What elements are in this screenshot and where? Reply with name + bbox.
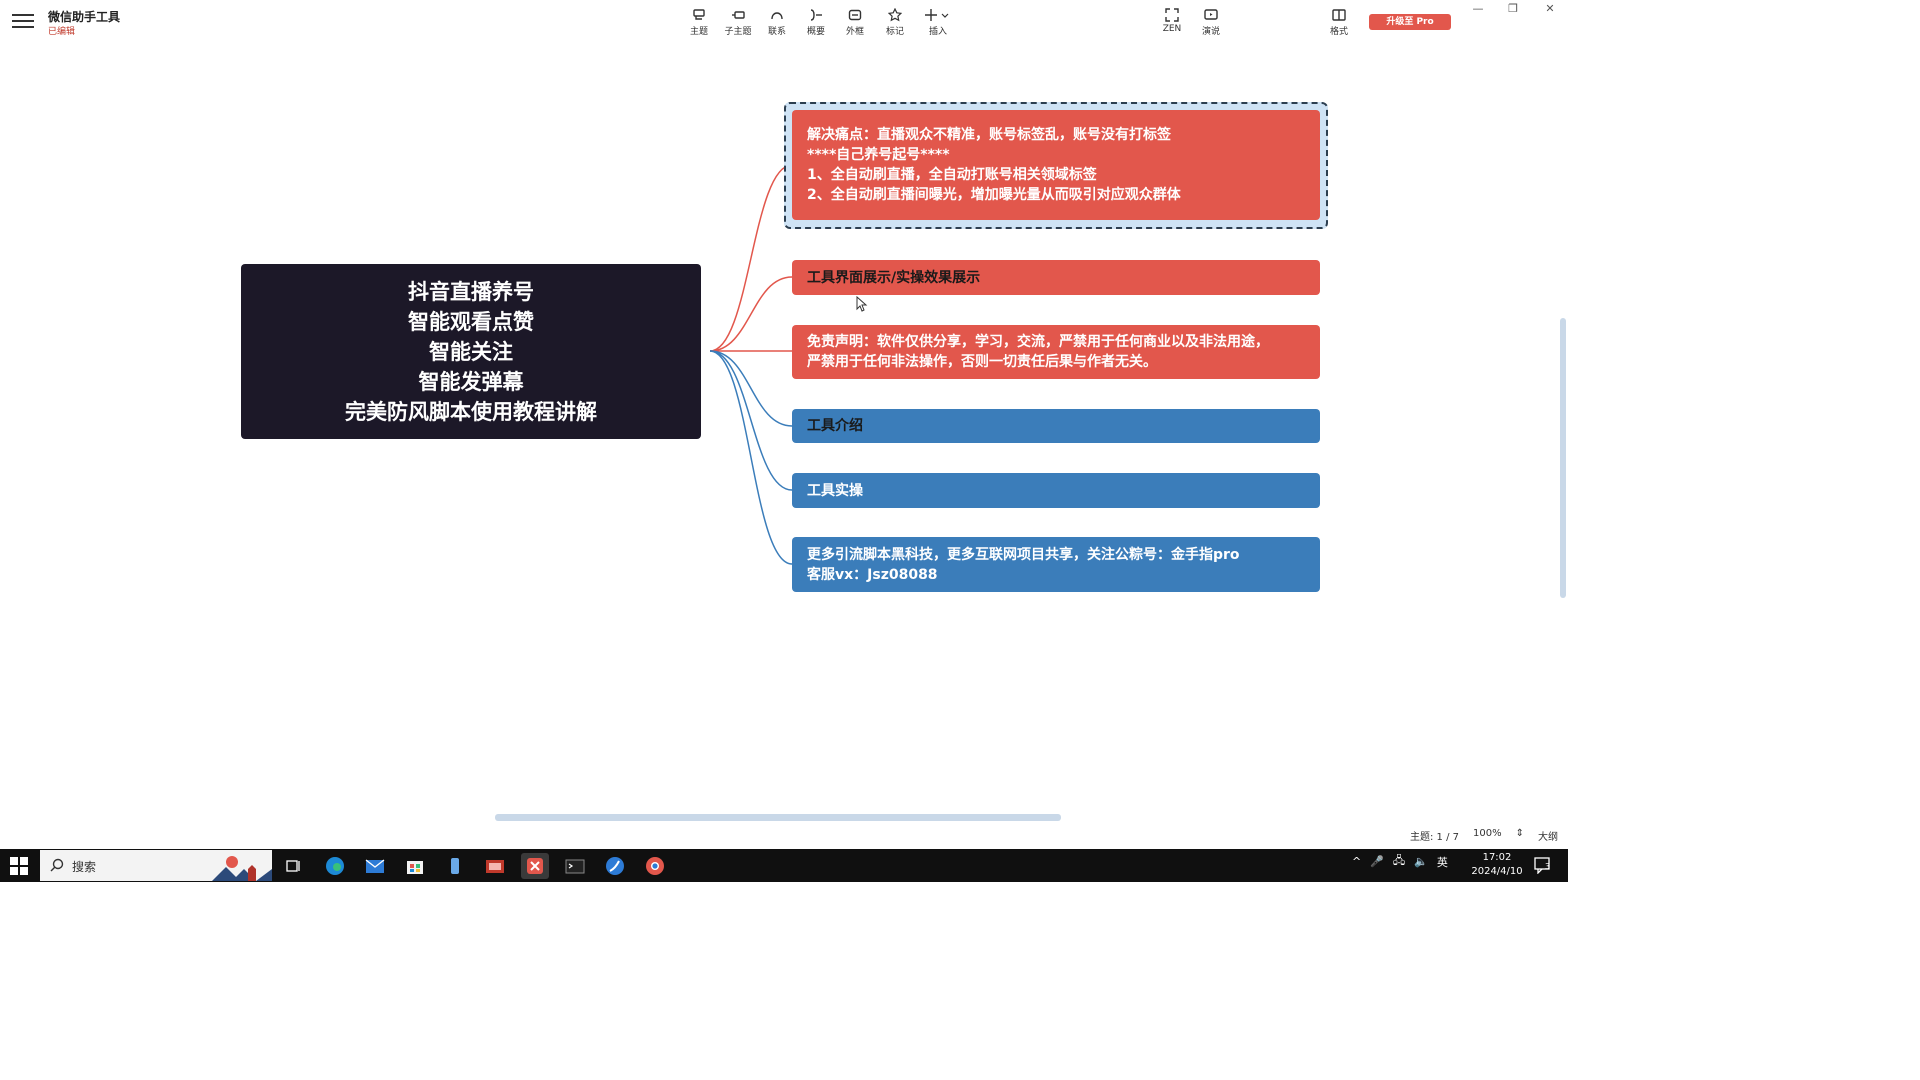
outline-button[interactable]: 大纲: [1538, 828, 1558, 843]
mouse-cursor-icon: [856, 296, 868, 312]
topic-text: 2、全自动刷直播间曝光，增加曝光量从而吸引对应观众群体: [807, 187, 1181, 203]
topic-text: 工具介绍: [807, 418, 863, 434]
root-topic[interactable]: 抖音直播养号 智能观看点赞 智能关注 智能发弹幕 完美防风脚本使用教程讲解: [241, 264, 701, 439]
taskbar-clock[interactable]: 17:02 2024/4/10: [1466, 851, 1528, 879]
root-topic-line: 智能关注: [429, 339, 513, 364]
topic-text: 严禁用于任何非法操作，否则一切责任后果与作者无关。: [807, 354, 1157, 370]
taskbar-search-box[interactable]: 搜索: [40, 850, 272, 881]
topic-text: 免责声明：软件仅供分享，学习，交流，严禁用于任何商业以及非法用途，: [807, 334, 1269, 350]
media-app-icon[interactable]: [481, 853, 509, 879]
mail-icon[interactable]: [361, 853, 389, 879]
connector-line: [709, 350, 793, 491]
topic-text: 客服vx：Jsz08088: [807, 566, 938, 583]
windows-start-icon[interactable]: [10, 857, 28, 875]
topic-pain-points[interactable]: 解决痛点：直播观众不精准，账号标签乱，账号没有打标签 ****自己养号起号***…: [792, 110, 1320, 220]
topic-intro[interactable]: 工具介绍: [792, 409, 1320, 443]
chrome-browser-icon[interactable]: [641, 853, 669, 879]
topic-text: 更多引流脚本黑科技，更多互联网项目共享，关注公粽号：金手指pro: [807, 546, 1240, 563]
root-topic-line: 完美防风脚本使用教程讲解: [345, 399, 597, 424]
search-icon: [50, 858, 64, 872]
zoom-stepper-icon[interactable]: ⇕: [1516, 828, 1524, 843]
topic-text: ****自己养号起号****: [807, 147, 950, 163]
chevron-up-icon[interactable]: ^: [1352, 855, 1361, 868]
topic-text: 1、全自动刷直播，全自动打账号相关领域标签: [807, 167, 1097, 183]
topic-text: 解决痛点：直播观众不精准，账号标签乱，账号没有打标签: [807, 127, 1171, 143]
clock-date: 2024/4/10: [1471, 866, 1523, 877]
connector-line: [709, 164, 793, 352]
topic-disclaimer[interactable]: 免责声明：软件仅供分享，学习，交流，严禁用于任何商业以及非法用途， 严禁用于任何…: [792, 325, 1320, 379]
root-topic-line: 抖音直播养号: [408, 279, 534, 304]
topic-more-info[interactable]: 更多引流脚本黑科技，更多互联网项目共享，关注公粽号：金手指pro 客服vx：Js…: [792, 537, 1320, 592]
search-highlight-illustration-icon: [212, 856, 272, 881]
feather-app-icon[interactable]: [601, 853, 629, 879]
system-tray: ^ 🎤 🖧 🔈 英: [1352, 852, 1448, 871]
store-icon[interactable]: [401, 853, 429, 879]
clock-time: 17:02: [1482, 852, 1512, 863]
connector-line: [709, 350, 793, 427]
topic-count: 主题: 1 / 7: [1410, 832, 1459, 843]
notification-count: 3: [1545, 862, 1551, 871]
topic-demo[interactable]: 工具界面展示/实操效果展示: [792, 260, 1320, 295]
connector-line: [709, 276, 793, 352]
connector-line: [709, 350, 793, 565]
network-icon[interactable]: 🖧: [1393, 852, 1405, 871]
root-topic-line: 智能观看点赞: [408, 309, 534, 334]
topic-text: 工具界面展示/实操效果展示: [807, 269, 981, 286]
topic-practice[interactable]: 工具实操: [792, 473, 1320, 508]
topic-text: 工具实操: [807, 482, 863, 499]
input-method-indicator[interactable]: 英: [1437, 854, 1448, 870]
search-placeholder: 搜索: [72, 860, 97, 874]
phone-app-icon[interactable]: [441, 853, 469, 879]
xmind-app-icon[interactable]: [521, 853, 549, 879]
status-bar: 主题: 1 / 7 100% ⇕ 大纲: [1410, 828, 1558, 843]
notification-icon: [1534, 857, 1550, 875]
vertical-scrollbar[interactable]: [1560, 318, 1566, 598]
edge-browser-icon[interactable]: [321, 853, 349, 879]
volume-icon[interactable]: 🔈: [1414, 855, 1428, 868]
task-view-icon[interactable]: [280, 853, 308, 879]
root-topic-line: 智能发弹幕: [418, 369, 524, 394]
zoom-level[interactable]: 100%: [1473, 828, 1502, 843]
terminal-icon[interactable]: [561, 853, 589, 879]
notification-button[interactable]: 3: [1534, 856, 1554, 875]
microphone-icon[interactable]: 🎤: [1370, 855, 1384, 868]
horizontal-scrollbar[interactable]: [495, 814, 1061, 821]
